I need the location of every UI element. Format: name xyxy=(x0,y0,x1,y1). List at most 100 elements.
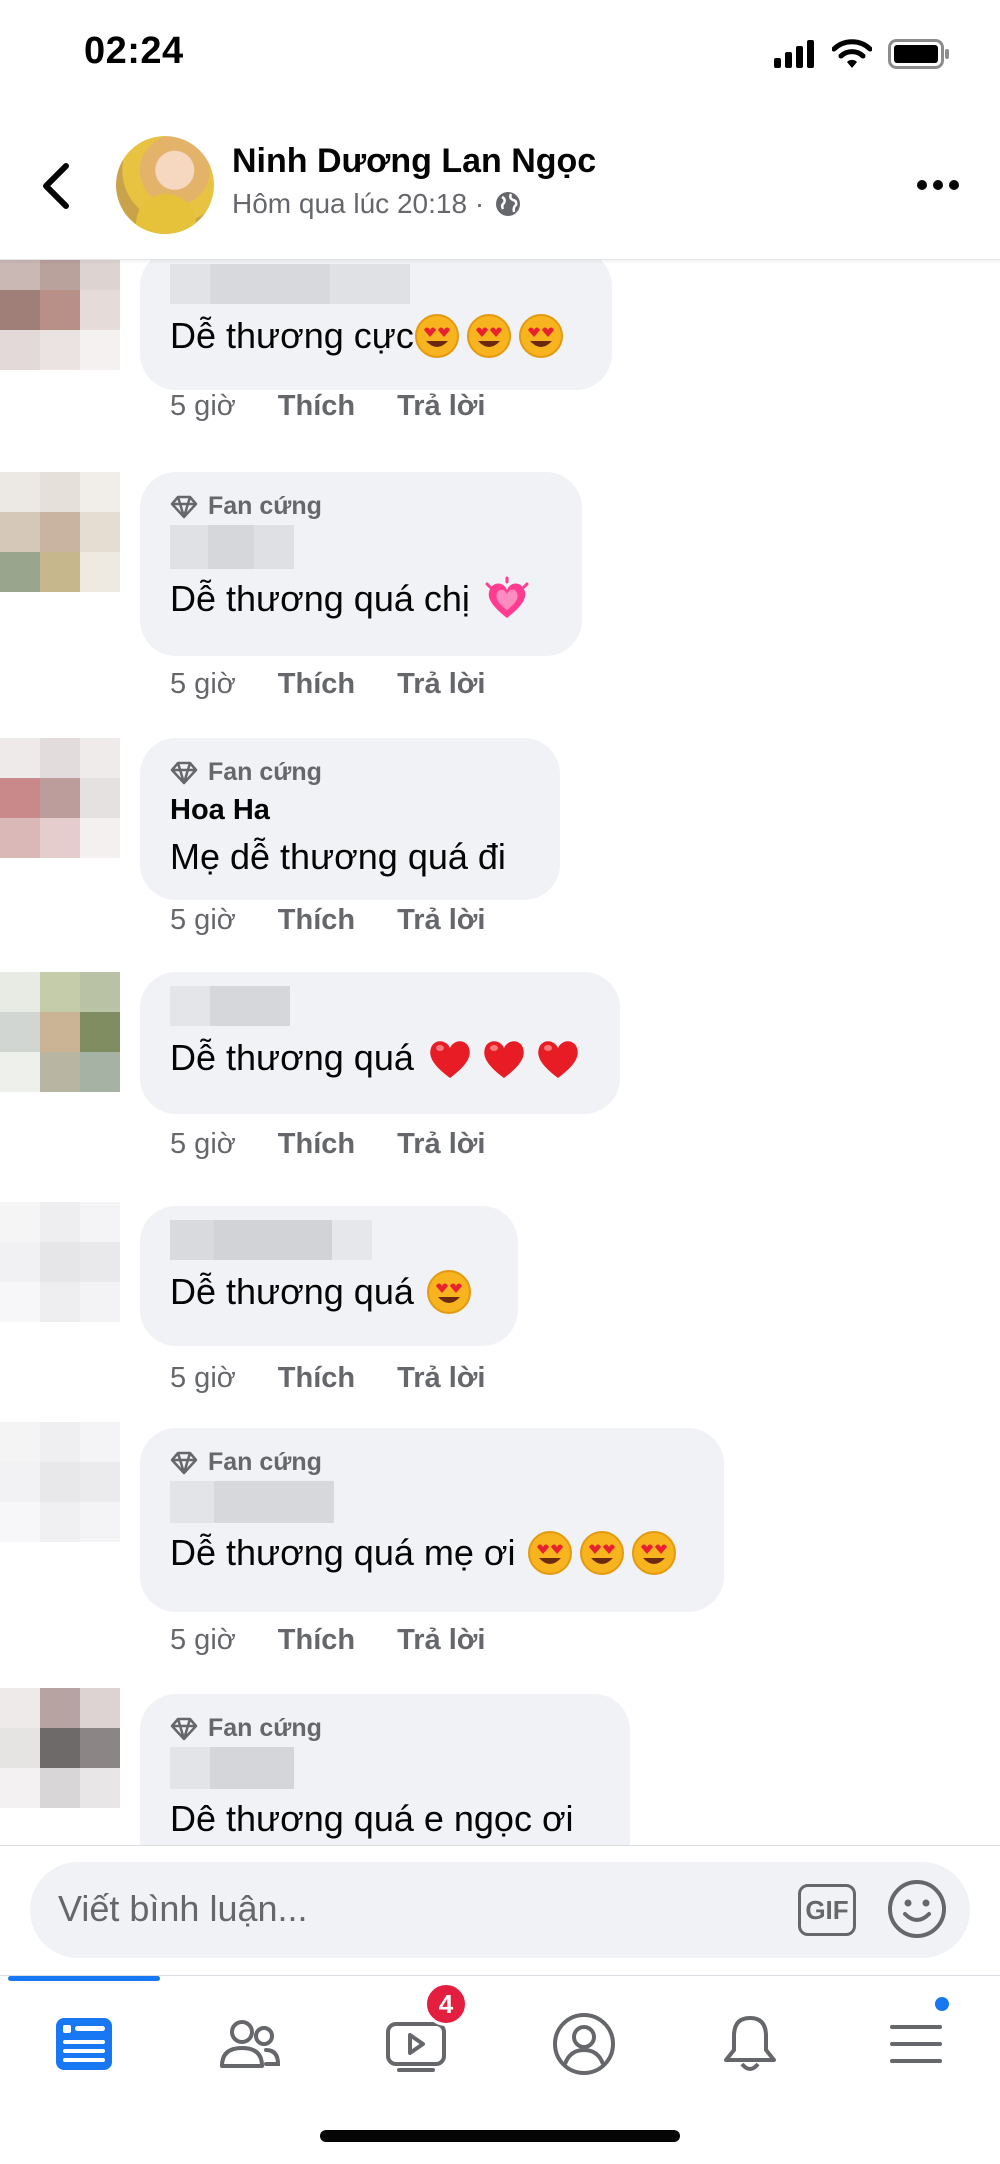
tab-friends[interactable] xyxy=(200,1994,300,2094)
growing-heart-emoji-icon xyxy=(485,576,529,618)
comment-time: 5 giờ xyxy=(170,1128,236,1160)
wifi-icon xyxy=(832,39,872,68)
emoji-group xyxy=(414,313,564,359)
comment-text: Dễ thương quá mẹ ơi xyxy=(170,1529,694,1577)
comment-time: 5 giờ xyxy=(170,390,236,422)
red-heart-emoji-icon xyxy=(484,1041,524,1078)
reply-button[interactable]: Trả lời xyxy=(397,1128,485,1161)
commenter-name-blurred[interactable] xyxy=(170,525,552,569)
fan-badge: Fan cứng xyxy=(170,1448,694,1477)
post-timestamp: Hôm qua lúc 20:18 · xyxy=(232,188,485,219)
status-time: 02:24 xyxy=(84,30,184,72)
status-icons xyxy=(774,36,950,72)
tab-menu[interactable] xyxy=(866,1994,966,2094)
comment-bubble[interactable]: Fan cứng Dễ thương quá mẹ ơi xyxy=(140,1428,724,1612)
commenter-avatar-blurred[interactable] xyxy=(0,738,128,866)
gif-button[interactable]: GIF xyxy=(798,1884,856,1936)
diamond-icon xyxy=(170,1451,198,1474)
commenter-avatar-blurred[interactable] xyxy=(0,1422,128,1550)
comment-actions: 5 giờ Thích Trả lời xyxy=(170,668,485,701)
fan-badge: Fan cứng xyxy=(170,758,530,787)
like-button[interactable]: Thích xyxy=(278,390,355,423)
author-avatar[interactable] xyxy=(116,136,214,234)
commenter-avatar-blurred[interactable] xyxy=(0,1688,128,1816)
heart-eyes-emoji-icon xyxy=(466,314,511,358)
comment-text: Dễ thương quá chị xyxy=(170,575,552,623)
comment-text: Dễ thương cực xyxy=(170,312,582,360)
heart-eyes-emoji-icon xyxy=(414,314,459,358)
cellular-signal-icon xyxy=(774,40,814,68)
like-button[interactable]: Thích xyxy=(278,1362,355,1395)
diamond-icon xyxy=(170,1717,198,1740)
commenter-avatar-blurred[interactable] xyxy=(0,972,128,1100)
home-indicator xyxy=(320,2130,680,2142)
reply-button[interactable]: Trả lời xyxy=(397,1362,485,1395)
like-button[interactable]: Thích xyxy=(278,904,355,937)
post-meta: Hôm qua lúc 20:18 · xyxy=(232,188,522,220)
comment-actions: 5 giờ Thích Trả lời xyxy=(170,1624,485,1657)
tab-notifications[interactable] xyxy=(700,1994,800,2094)
comment-bubble[interactable]: Fan cứng Dê thương quá e ngọc ơi xyxy=(140,1694,630,1850)
emoji-group xyxy=(426,1269,472,1315)
red-heart-emoji-icon xyxy=(430,1041,470,1078)
comment-text: Dễ thương quá xyxy=(170,1268,488,1316)
commenter-name-blurred[interactable] xyxy=(170,1747,600,1789)
comment-time: 5 giờ xyxy=(170,1362,236,1394)
author-name[interactable]: Ninh Dương Lan Ngọc xyxy=(232,142,596,181)
like-button[interactable]: Thích xyxy=(278,1128,355,1161)
more-options-icon[interactable] xyxy=(916,170,960,200)
comment-bubble[interactable]: Fan cứng Hoa Ha Mẹ dễ thương quá đi xyxy=(140,738,560,900)
active-tab-indicator xyxy=(8,1976,160,1981)
back-chevron-icon[interactable] xyxy=(36,158,80,214)
sticker-smiley-icon[interactable] xyxy=(886,1878,948,1940)
comment-bubble[interactable]: Fan cứng Dễ thương quá chị xyxy=(140,472,582,656)
comment-text: Dê thương quá e ngọc ơi xyxy=(170,1798,574,1839)
news-feed-icon xyxy=(56,2018,112,2070)
heart-eyes-emoji-icon xyxy=(528,1531,573,1575)
fan-badge: Fan cứng xyxy=(170,492,552,521)
commenter-name-blurred[interactable] xyxy=(170,1481,694,1523)
reply-button[interactable]: Trả lời xyxy=(397,668,485,701)
commenter-avatar-blurred[interactable] xyxy=(0,260,128,378)
like-button[interactable]: Thích xyxy=(278,1624,355,1657)
comment-bubble[interactable]: Dễ thương quá xyxy=(140,1206,518,1346)
bell-icon xyxy=(724,2016,776,2071)
tab-profile[interactable] xyxy=(534,1994,634,2094)
fan-badge: Fan cứng xyxy=(170,1714,600,1743)
red-heart-emoji-icon xyxy=(538,1041,578,1078)
heart-eyes-emoji-icon xyxy=(580,1531,625,1575)
friends-icon xyxy=(220,2020,281,2068)
comment-bubble[interactable]: Dễ thương cực xyxy=(140,260,612,390)
reply-button[interactable]: Trả lời xyxy=(397,904,485,937)
hamburger-menu-icon xyxy=(890,2025,942,2063)
comment-input-placeholder: Viết bình luận... xyxy=(58,1888,308,1929)
commenter-name-blurred[interactable] xyxy=(170,264,582,304)
comment-bubble[interactable]: Dễ thương quá xyxy=(140,972,620,1114)
commenter-name-blurred[interactable] xyxy=(170,986,590,1026)
comment-actions: 5 giờ Thích Trả lời xyxy=(170,390,485,423)
post-header: Ninh Dương Lan Ngọc Hôm qua lúc 20:18 · xyxy=(0,110,1000,260)
comment-actions: 5 giờ Thích Trả lời xyxy=(170,1362,485,1395)
commenter-avatar-blurred[interactable] xyxy=(0,1202,128,1330)
like-button[interactable]: Thích xyxy=(278,668,355,701)
comment-input[interactable]: Viết bình luận... GIF xyxy=(30,1862,970,1958)
reply-button[interactable]: Trả lời xyxy=(397,1624,485,1657)
comment-text: Mẹ dễ thương quá đi xyxy=(170,836,506,877)
heart-eyes-emoji-icon xyxy=(632,1531,677,1575)
comment-actions: 5 giờ Thích Trả lời xyxy=(170,904,485,937)
comment-actions: 5 giờ Thích Trả lời xyxy=(170,1128,485,1161)
tab-news-feed[interactable] xyxy=(34,1994,134,2094)
comment-time: 5 giờ xyxy=(170,904,236,936)
emoji-group xyxy=(527,1530,677,1576)
comment-composer: Viết bình luận... GIF xyxy=(0,1845,1000,1975)
reply-button[interactable]: Trả lời xyxy=(397,390,485,423)
menu-notification-dot xyxy=(932,1994,952,2014)
comments-list: Dễ thương cực 5 giờ Thích Trả lời Fan cứ… xyxy=(0,260,1000,1850)
globe-icon xyxy=(496,192,521,216)
emoji-group xyxy=(426,1035,582,1081)
commenter-avatar-blurred[interactable] xyxy=(0,472,128,600)
battery-icon xyxy=(888,39,949,69)
diamond-icon xyxy=(170,495,198,518)
commenter-name-blurred[interactable] xyxy=(170,1220,488,1260)
commenter-name[interactable]: Hoa Ha xyxy=(170,791,530,829)
